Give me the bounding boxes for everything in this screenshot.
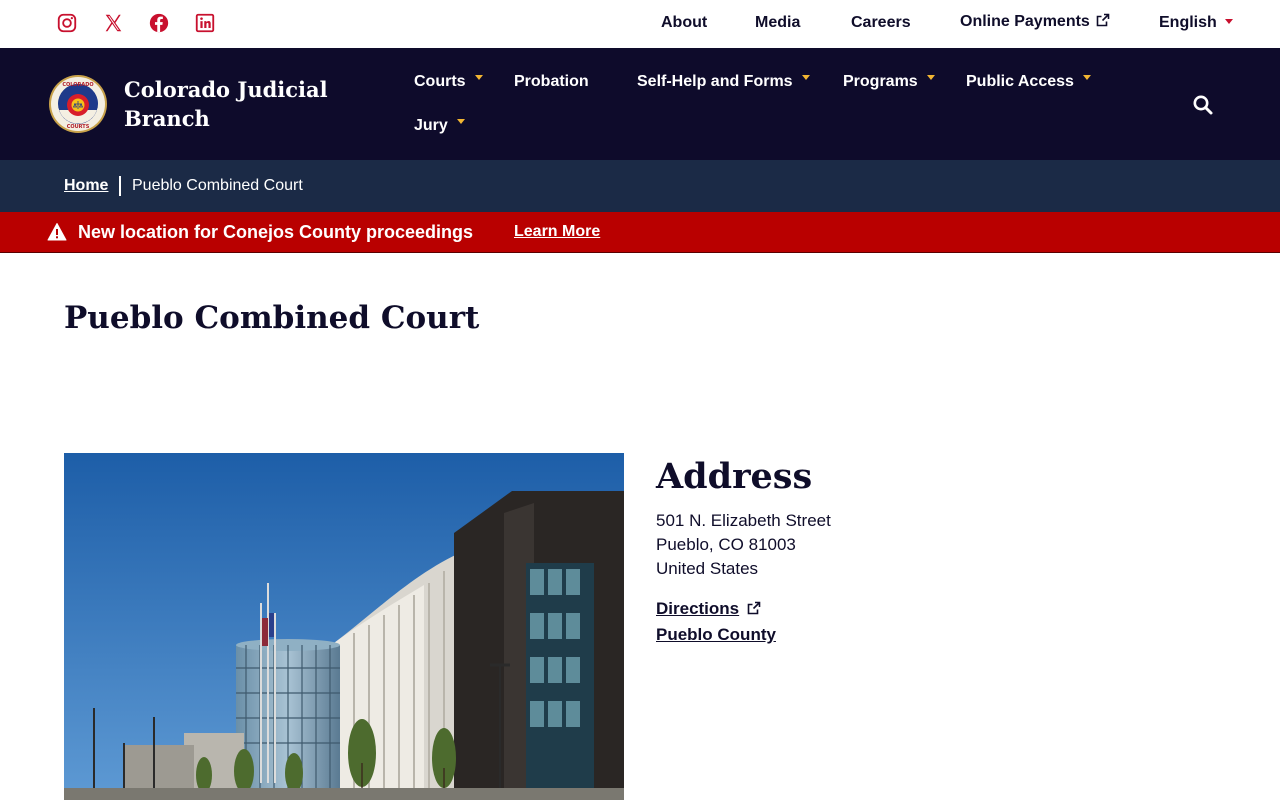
- alert-message: New location for Conejos County proceedi…: [78, 222, 474, 242]
- brand-name[interactable]: Colorado Judicial Branch: [124, 75, 344, 133]
- page-title: Pueblo Combined Court: [64, 300, 480, 336]
- utility-bar: About Media Careers Online Payments Engl…: [0, 0, 1280, 48]
- chevron-down-icon: [801, 75, 810, 80]
- seal-text-top: COLORADO: [62, 82, 93, 88]
- address-heading: Address: [656, 456, 813, 497]
- directions-label: Directions: [656, 599, 740, 618]
- breadcrumb-home-link[interactable]: Home: [64, 177, 108, 195]
- breadcrumb: Home Pueblo Combined Court: [0, 160, 1280, 212]
- social-links: [56, 12, 216, 34]
- chevron-down-icon: [926, 75, 935, 80]
- chevron-down-icon: [474, 75, 483, 80]
- breadcrumb-separator: [119, 176, 121, 196]
- nav-jury-label: Jury: [414, 117, 448, 134]
- warning-icon: [47, 223, 67, 241]
- nav-probation[interactable]: Probation: [514, 73, 589, 91]
- external-link-icon: [1096, 13, 1110, 27]
- county-link[interactable]: Pueblo County: [656, 625, 776, 645]
- language-label: English: [1159, 14, 1217, 31]
- online-payments-link[interactable]: Online Payments: [960, 13, 1110, 31]
- external-link-icon: [747, 601, 761, 615]
- language-selector[interactable]: English: [1159, 14, 1233, 32]
- nav-courts-label: Courts: [414, 73, 466, 90]
- courthouse-photo: [64, 453, 624, 800]
- online-payments-label: Online Payments: [960, 13, 1090, 30]
- chevron-down-icon: [1224, 19, 1233, 24]
- nav-public-access-label: Public Access: [966, 73, 1074, 90]
- main-navigation: COLORADO COURTS Colorado Judicial Branch…: [0, 48, 1280, 160]
- breadcrumb-current: Pueblo Combined Court: [132, 177, 303, 194]
- nav-probation-label: Probation: [514, 73, 589, 90]
- alert-banner: New location for Conejos County proceedi…: [0, 212, 1280, 253]
- brand-line-2: Branch: [124, 106, 210, 131]
- careers-link[interactable]: Careers: [851, 14, 911, 32]
- about-link[interactable]: About: [661, 14, 707, 32]
- nav-self-help-label: Self-Help and Forms: [637, 73, 793, 90]
- learn-more-link[interactable]: Learn More: [514, 223, 600, 241]
- address-country: United States: [656, 559, 759, 578]
- chevron-down-icon: [1082, 75, 1091, 80]
- brand-line-1: Colorado Judicial: [124, 77, 328, 102]
- address-street: 501 N. Elizabeth Street: [656, 511, 831, 530]
- nav-programs[interactable]: Programs: [843, 73, 935, 91]
- linkedin-icon[interactable]: [194, 12, 216, 34]
- nav-self-help[interactable]: Self-Help and Forms: [637, 73, 810, 91]
- colorado-courts-seal-logo[interactable]: COLORADO COURTS: [48, 74, 108, 134]
- directions-link[interactable]: Directions: [656, 599, 761, 619]
- nav-courts[interactable]: Courts: [414, 73, 483, 91]
- search-icon[interactable]: [1192, 94, 1214, 116]
- media-link[interactable]: Media: [755, 14, 800, 32]
- instagram-icon[interactable]: [56, 12, 78, 34]
- x-twitter-icon[interactable]: [102, 12, 124, 34]
- chevron-down-icon: [456, 119, 465, 124]
- nav-public-access[interactable]: Public Access: [966, 73, 1091, 91]
- seal-text-bottom: COURTS: [67, 124, 90, 130]
- address-city: Pueblo, CO 81003: [656, 535, 796, 554]
- nav-jury[interactable]: Jury: [414, 117, 465, 135]
- nav-programs-label: Programs: [843, 73, 918, 90]
- facebook-icon[interactable]: [148, 12, 170, 34]
